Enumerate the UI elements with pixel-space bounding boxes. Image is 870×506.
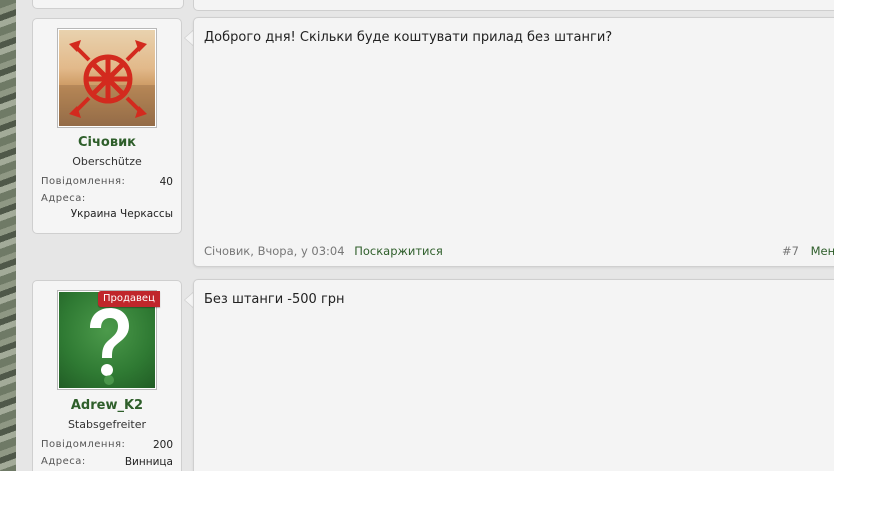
username-link[interactable]: Adrew_K2 bbox=[33, 398, 181, 413]
stat-value: 200 bbox=[152, 439, 173, 451]
avatar[interactable] bbox=[57, 28, 157, 128]
stat-label: Повідомлення: bbox=[41, 439, 126, 450]
post: Без штанги -500 грн bbox=[193, 279, 834, 471]
seller-badge: Продавец bbox=[98, 291, 160, 307]
forum-thread: Січовик Oberschütze Повідомлення: 40 Адр… bbox=[0, 0, 834, 471]
page-margin bbox=[0, 471, 870, 506]
card-pointer bbox=[184, 292, 193, 308]
card-pointer bbox=[184, 30, 193, 46]
post: Доброго дня! Скільки буде коштувати прил… bbox=[193, 17, 834, 267]
stat-label: Адреса: bbox=[41, 456, 86, 467]
post-author-time[interactable]: Січовик, Вчора, у 03:04 bbox=[204, 244, 345, 258]
stat-value: Винница bbox=[124, 456, 173, 468]
post-meta: #7 Мені bbox=[782, 244, 834, 258]
background-pattern bbox=[0, 0, 16, 471]
stat-value: 40 bbox=[159, 176, 173, 188]
user-card: Продавец Adrew_K2 Stabsgefreiter Повідом… bbox=[32, 280, 182, 471]
user-card: Січовик Oberschütze Повідомлення: 40 Адр… bbox=[32, 18, 182, 234]
post-number-link[interactable]: #7 bbox=[782, 244, 799, 258]
stat-label: Адреса: bbox=[41, 193, 86, 204]
username-link[interactable]: Січовик bbox=[33, 135, 181, 150]
user-rank: Oberschütze bbox=[72, 155, 142, 168]
post-content: Доброго дня! Скільки буде коштувати прил… bbox=[204, 30, 613, 45]
post-footer: Січовик, Вчора, у 03:04 Поскаржитися bbox=[204, 244, 443, 258]
like-link[interactable]: Мені bbox=[811, 244, 834, 258]
page-margin bbox=[834, 0, 870, 506]
previous-user-card-edge bbox=[32, 0, 184, 9]
previous-post-edge bbox=[193, 0, 834, 11]
stat-value: Украина Черкассы bbox=[70, 208, 173, 220]
user-rank: Stabsgefreiter bbox=[67, 418, 147, 431]
post-content: Без штанги -500 грн bbox=[204, 292, 345, 307]
kolovrat-icon bbox=[59, 40, 155, 126]
stat-label: Повідомлення: bbox=[41, 176, 126, 187]
report-link[interactable]: Поскаржитися bbox=[354, 244, 443, 258]
